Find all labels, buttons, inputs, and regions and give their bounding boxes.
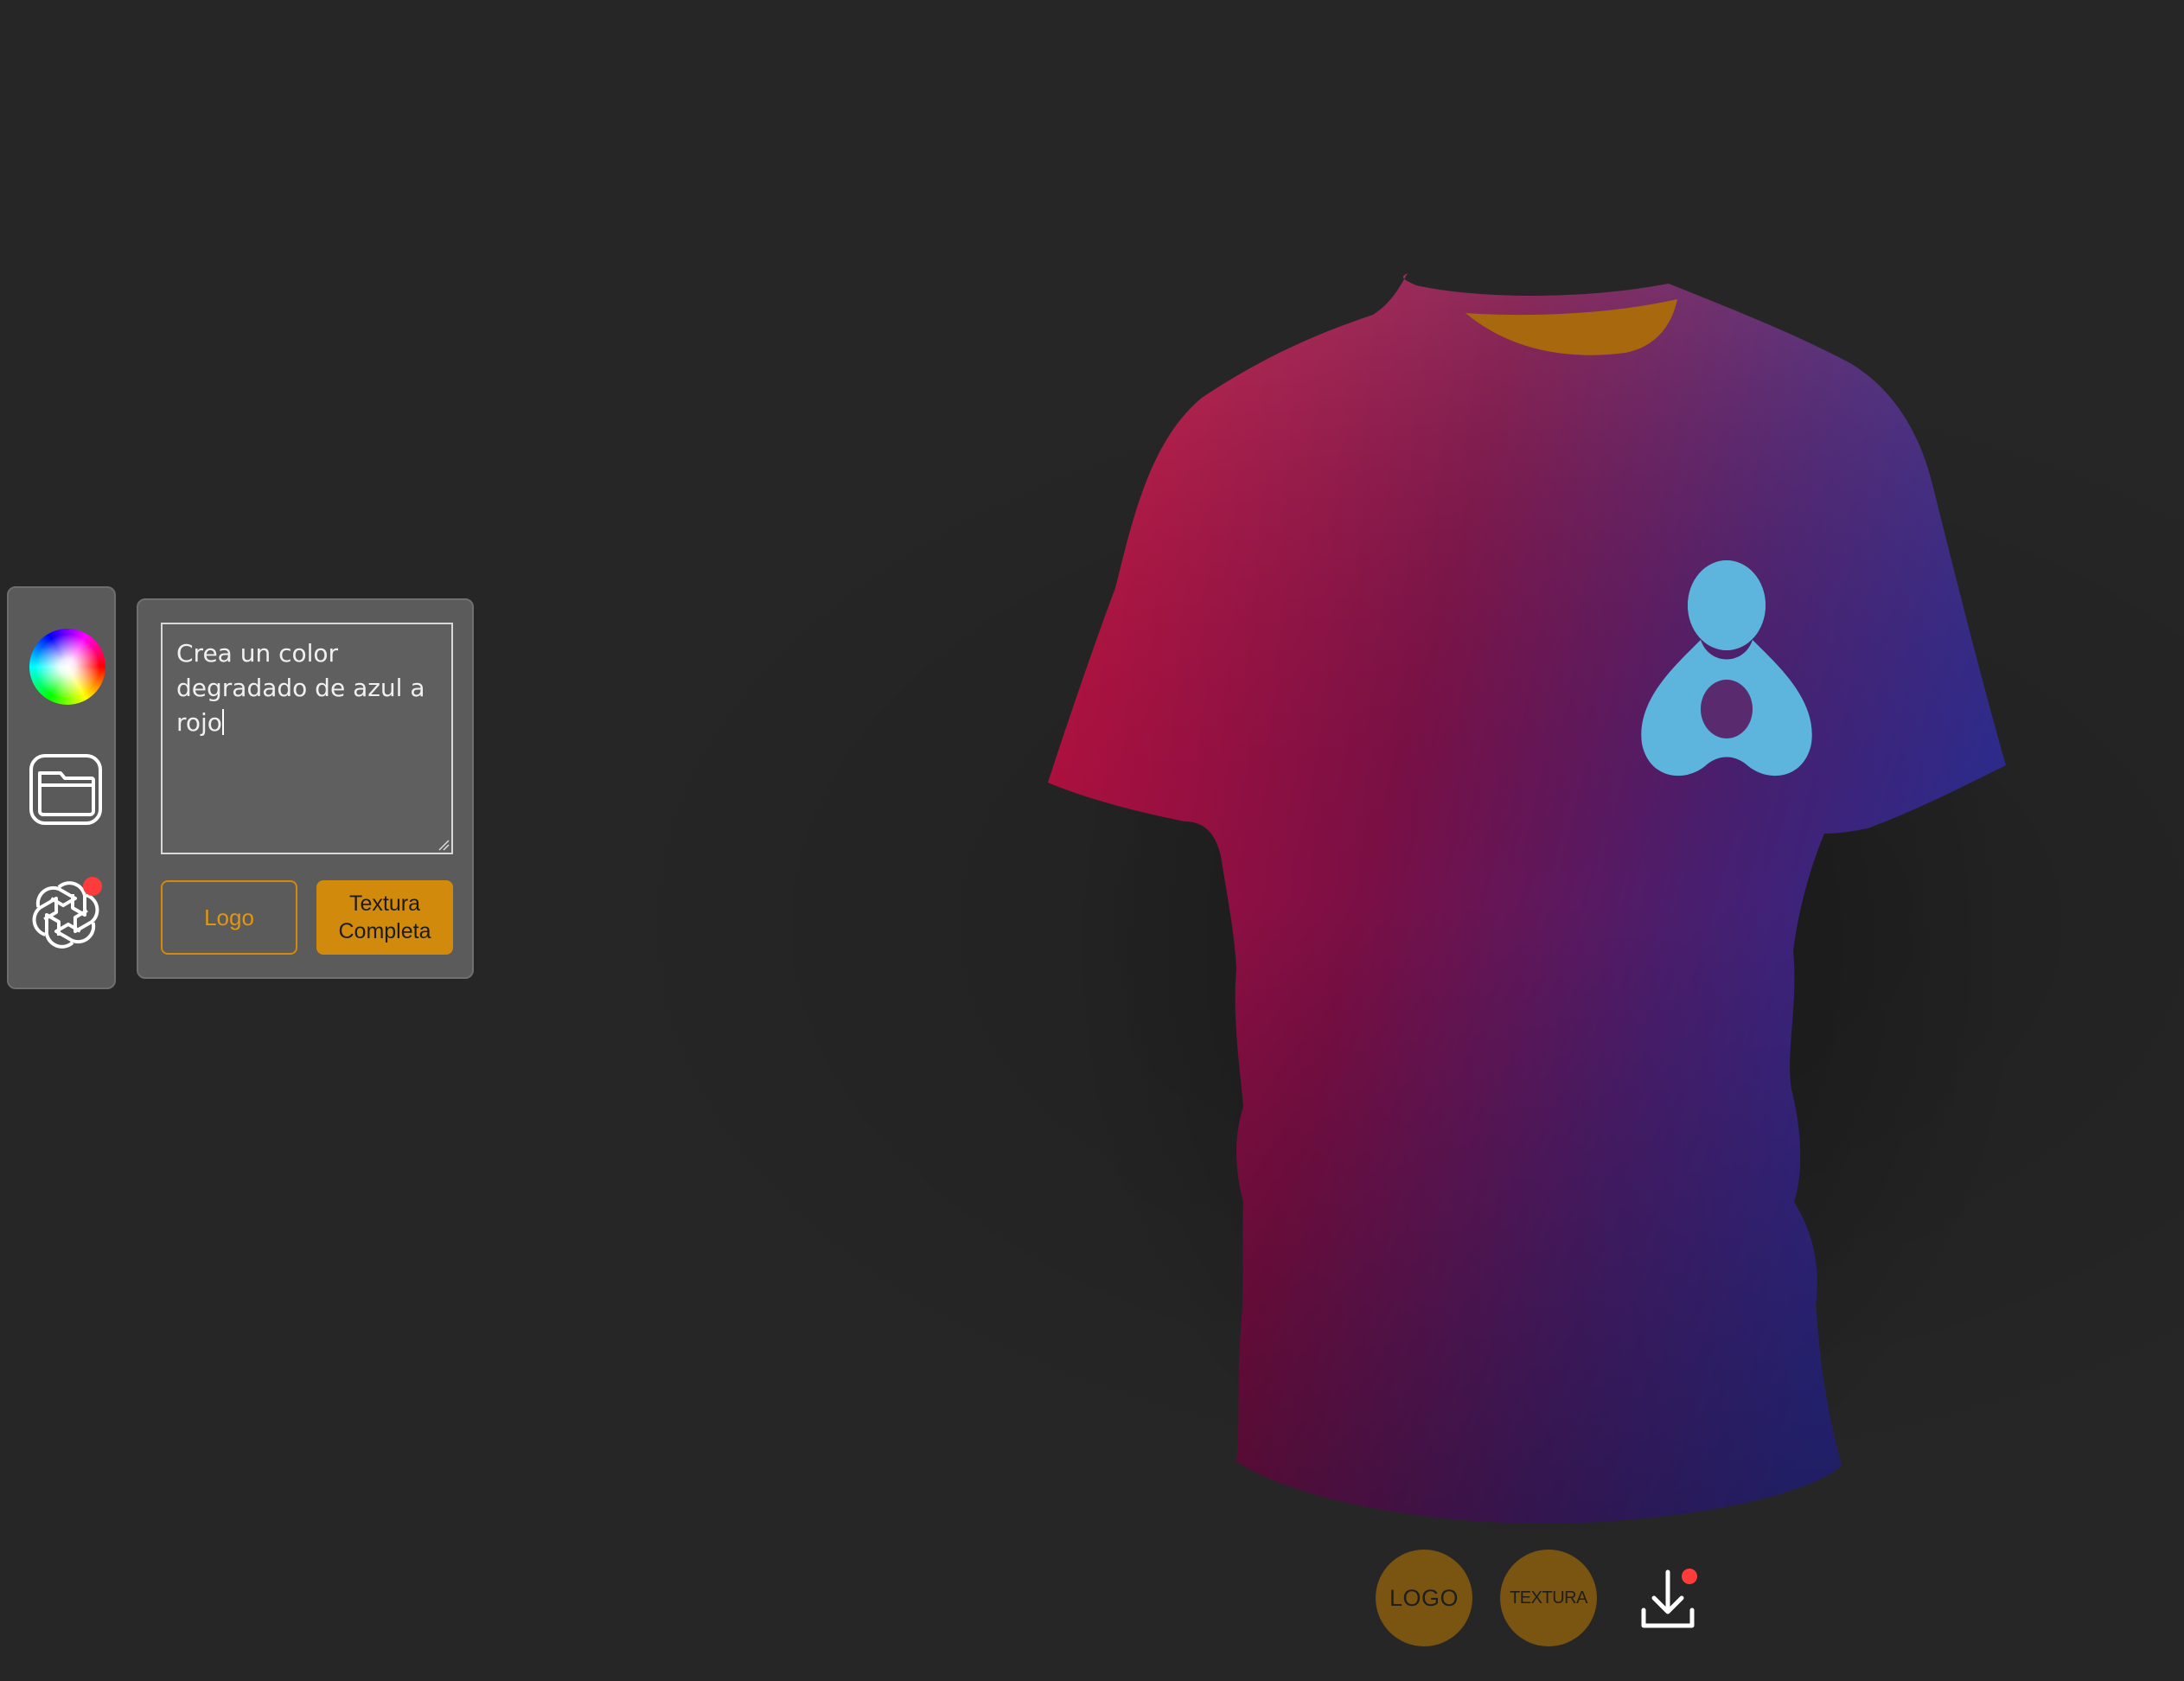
generate-logo-button[interactable]: Logo [161, 880, 297, 955]
tshirt-model [1048, 273, 2032, 1556]
editor-tabs-panel [7, 586, 116, 989]
download-icon [1641, 1569, 1695, 1628]
color-wheel-icon [29, 629, 105, 705]
notification-dot [83, 877, 102, 896]
shirt-canvas[interactable] [994, 259, 2058, 1556]
logo-toggle-button[interactable]: LOGO [1376, 1550, 1472, 1646]
color-picker-tab[interactable] [28, 627, 105, 705]
file-picker-tab[interactable] [28, 751, 104, 827]
ai-prompt-panel: Crea un color degradado de azul a rojo L… [137, 598, 474, 979]
prompt-textarea[interactable]: Crea un color degradado de azul a rojo [161, 623, 453, 854]
resize-grip-icon[interactable] [437, 839, 450, 851]
folder-icon [29, 754, 102, 825]
notification-dot [1682, 1569, 1697, 1584]
download-button[interactable] [1638, 1567, 1708, 1636]
texture-toggle-button[interactable]: TEXTURA [1500, 1550, 1597, 1646]
text-caret [221, 709, 224, 735]
texture-button-label: Textura Completa [338, 892, 431, 943]
generate-full-texture-button[interactable]: Textura Completa [316, 880, 453, 955]
prompt-text: Crea un color degradado de azul a rojo [176, 639, 433, 737]
ai-picker-tab[interactable] [28, 875, 104, 951]
